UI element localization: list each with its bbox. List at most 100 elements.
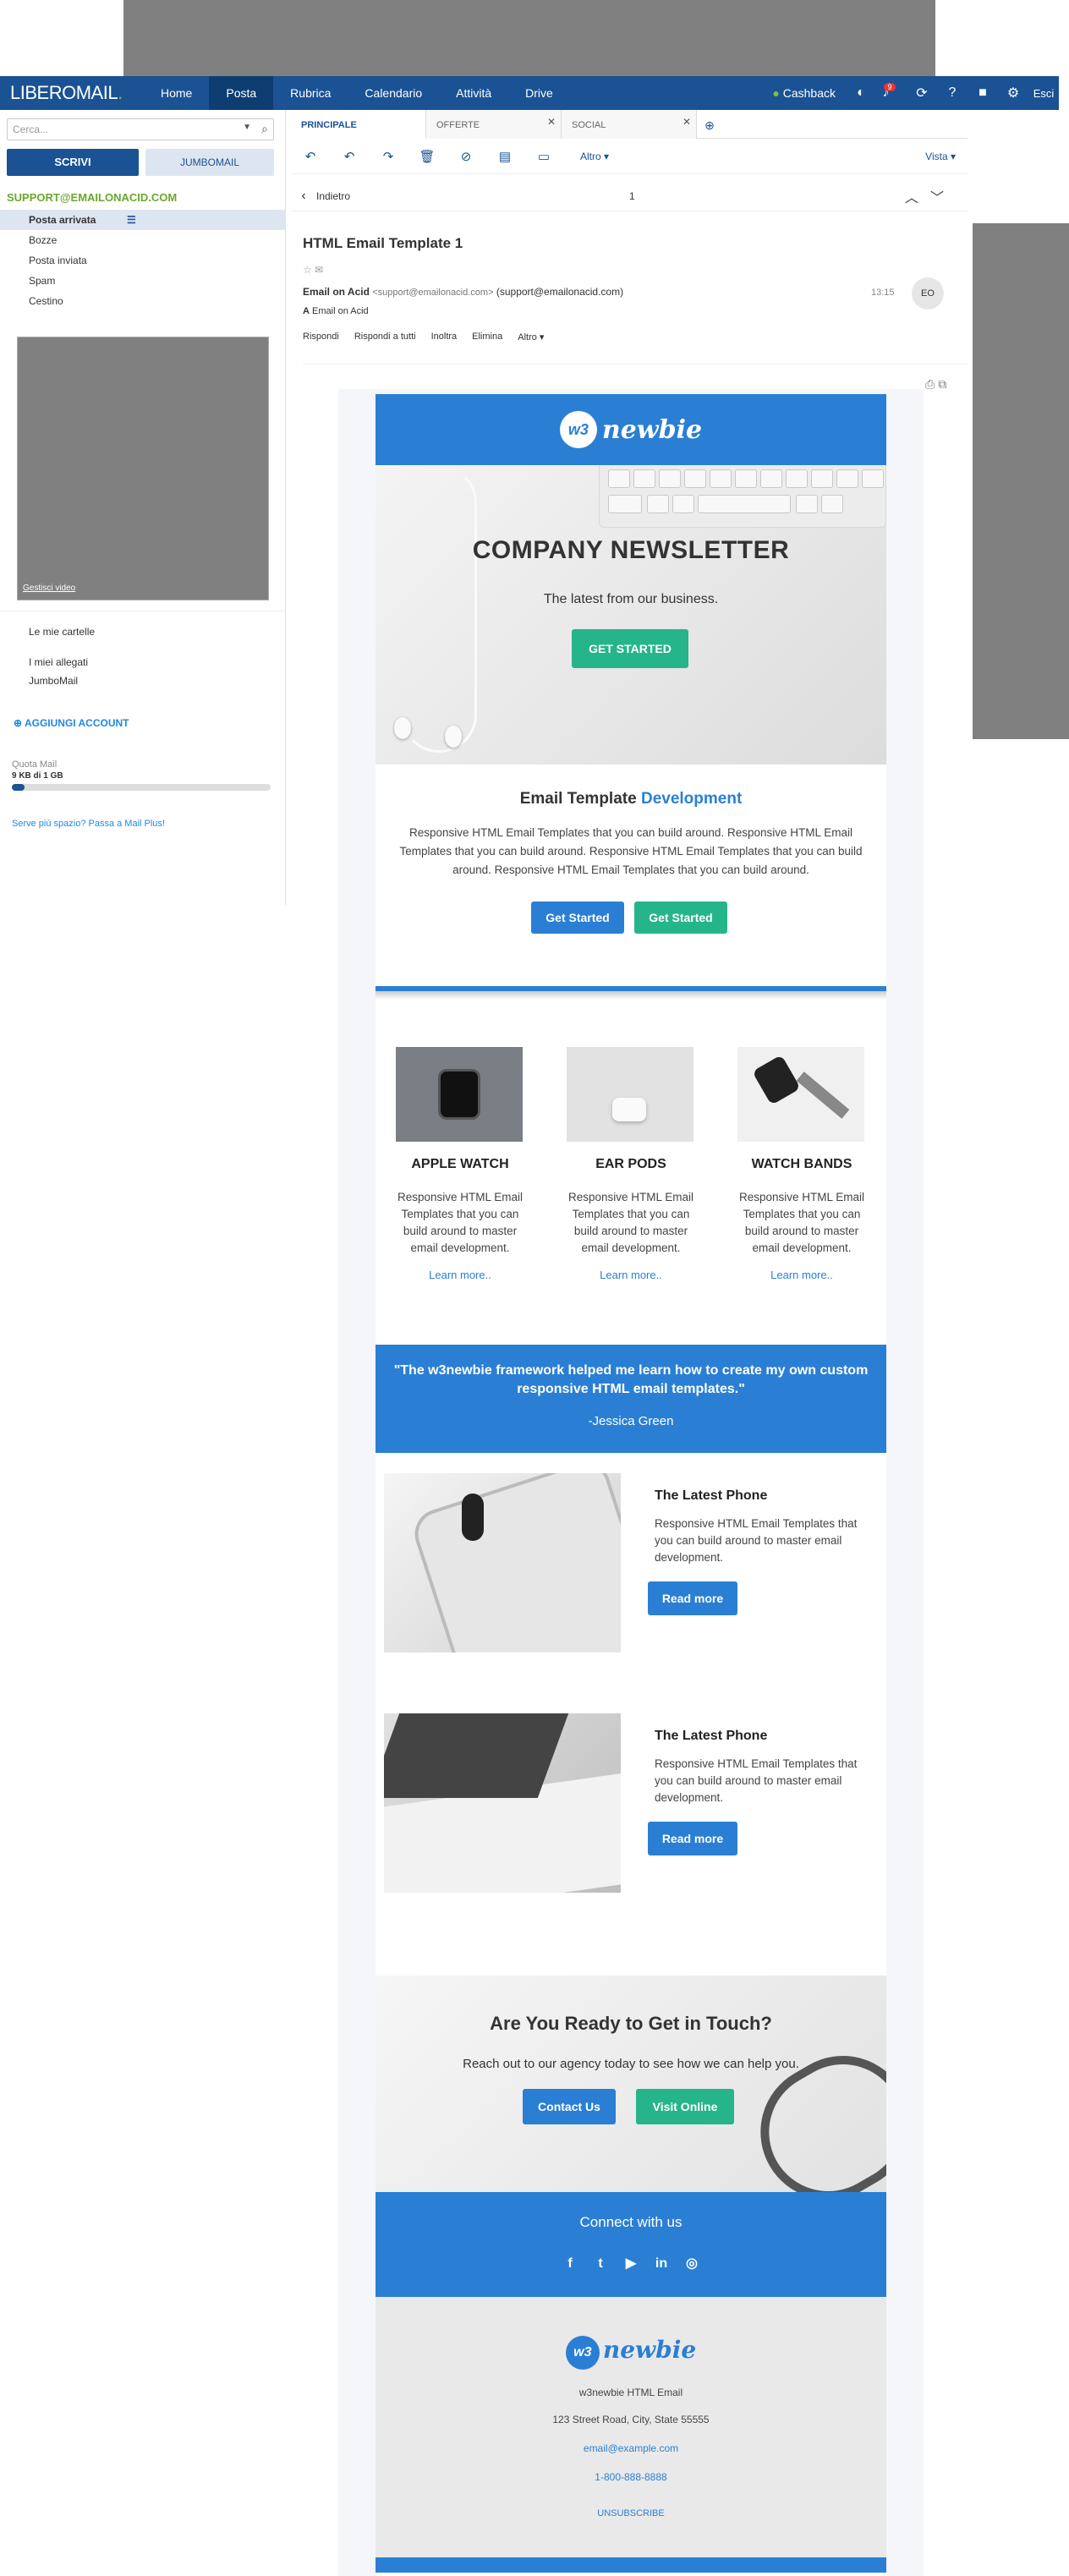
my-attachments-link[interactable]: I miei allegati: [29, 656, 88, 668]
refresh-icon[interactable]: ⟳: [907, 85, 937, 101]
search-input[interactable]: Cerca... ▼ ⌕: [7, 118, 274, 140]
add-account-link[interactable]: ⊕ AGGIUNGI ACCOUNT: [14, 717, 129, 729]
products-section: APPLE WATCH Responsive HTML Email Templa…: [376, 1000, 886, 1346]
contact-us-button[interactable]: Contact Us: [523, 2089, 616, 2124]
iphone-back-image: [384, 1473, 621, 1652]
top-ad-banner[interactable]: [123, 0, 935, 76]
w3newbie-logo[interactable]: w3 newbie: [559, 411, 702, 448]
intro-get-started-blue-button[interactable]: Get Started: [531, 902, 624, 934]
reply-link[interactable]: Rispondi: [303, 332, 339, 343]
folder-move-icon[interactable]: ▭: [524, 149, 563, 164]
add-tab-icon[interactable]: ⊕: [697, 110, 722, 138]
back-link[interactable]: Indietro: [316, 190, 350, 202]
footer-email-link[interactable]: email@example.com: [376, 2442, 886, 2454]
learn-more-link[interactable]: Learn more..: [546, 1269, 715, 1281]
forward-link[interactable]: Inoltra: [431, 332, 458, 343]
intro-text: Responsive HTML Email Templates that you…: [399, 826, 863, 876]
archive-icon[interactable]: ▤: [485, 149, 524, 164]
footer-logo[interactable]: w3 newbie: [376, 2336, 886, 2370]
read-more-button[interactable]: Read more: [648, 1581, 737, 1615]
close-icon[interactable]: ✕: [683, 107, 691, 137]
connect-title: Connect with us: [579, 2214, 683, 2230]
nav-posta[interactable]: Posta: [209, 76, 274, 110]
video-ad[interactable]: Gestisci video: [17, 337, 269, 600]
nav-attivita[interactable]: Attività: [439, 76, 508, 110]
linkedin-icon[interactable]: in: [650, 2253, 672, 2275]
intro-get-started-green-button[interactable]: Get Started: [634, 902, 727, 934]
cashback-link[interactable]: ● Cashback: [762, 86, 846, 100]
block-icon[interactable]: ⊘: [447, 149, 485, 164]
instagram-icon[interactable]: ◎: [681, 2253, 703, 2275]
moon-icon[interactable]: ◐: [846, 85, 876, 101]
keyboard-image: [599, 465, 886, 528]
manage-video-link[interactable]: Gestisci video: [23, 584, 75, 593]
my-folders-link[interactable]: Le mie cartelle: [29, 626, 95, 638]
visit-online-button[interactable]: Visit Online: [636, 2089, 734, 2124]
footer-phone-link[interactable]: 1-800-888-8888: [376, 2471, 886, 2483]
folder-trash[interactable]: Cestino: [0, 291, 286, 311]
account-label[interactable]: SUPPORT@EMAILONACID.COM: [7, 191, 177, 204]
nav-calendario[interactable]: Calendario: [348, 76, 439, 110]
help-icon[interactable]: ?: [937, 85, 968, 101]
reply-all-link[interactable]: Rispondi a tutti: [354, 332, 416, 343]
page-number: 1: [629, 189, 635, 202]
testimonial-author: -Jessica Green: [588, 1414, 674, 1428]
search-icon[interactable]: ⌕: [261, 122, 268, 136]
right-ad-banner[interactable]: [973, 223, 1069, 739]
earphone-cord-image: [401, 465, 477, 753]
folder-spam[interactable]: Spam: [0, 271, 286, 291]
bell-icon[interactable]: ♪9: [876, 83, 907, 101]
delete-link[interactable]: Elimina: [472, 332, 502, 343]
ear-pods-image: [567, 1047, 693, 1142]
nav-home[interactable]: Home: [144, 76, 209, 110]
gear-icon[interactable]: ⚙: [998, 85, 1028, 101]
jumbomail-button[interactable]: JUMBOMAIL: [145, 149, 274, 176]
back-arrow-icon[interactable]: ‹: [291, 189, 316, 204]
star-icon[interactable]: ☆ ✉: [303, 264, 323, 276]
folder-sent[interactable]: Posta inviata: [0, 250, 286, 271]
jumbomail-link[interactable]: JumboMail: [29, 675, 78, 687]
menu-icon[interactable]: ☰: [127, 210, 136, 230]
logout-link[interactable]: Esci: [1028, 87, 1059, 100]
forward-icon[interactable]: ↷: [369, 149, 408, 164]
learn-more-link[interactable]: Learn more..: [717, 1269, 886, 1281]
facebook-icon[interactable]: f: [559, 2253, 581, 2275]
lock-icon[interactable]: ■: [968, 85, 998, 101]
nav-drive[interactable]: Drive: [508, 76, 570, 110]
nav-rubrica[interactable]: Rubrica: [273, 76, 348, 110]
print-icon[interactable]: ⎙⧉: [925, 377, 950, 392]
get-started-button[interactable]: GET STARTED: [572, 629, 688, 668]
tab-offerte[interactable]: OFFERTE ✕: [426, 110, 562, 139]
email-body: w3 newbie COMPANY NEWSLETTER The latest …: [376, 394, 886, 2576]
unsubscribe-link[interactable]: UNSUBSCRIBE: [376, 2508, 886, 2518]
read-more-button[interactable]: Read more: [648, 1822, 737, 1855]
close-icon[interactable]: ✕: [547, 107, 556, 137]
phone-feature: The Latest Phone Responsive HTML Email T…: [376, 1453, 886, 1693]
youtube-icon[interactable]: ▶: [620, 2253, 642, 2275]
tab-social[interactable]: SOCIAL ✕: [562, 110, 697, 139]
tab-principale[interactable]: PRINCIPALE: [291, 110, 426, 139]
toolbar-more-dropdown[interactable]: Altro ▾: [580, 151, 609, 162]
trash-icon[interactable]: 🗑: [408, 149, 447, 164]
earbud-image: [394, 717, 411, 739]
message-from: Email on Acid <support@emailonacid.com> …: [303, 286, 624, 298]
learn-more-link[interactable]: Learn more..: [376, 1269, 545, 1281]
reply-icon[interactable]: ↶: [291, 149, 330, 164]
upgrade-link[interactable]: Serve più spazio? Passa a Mail Plus!: [12, 819, 165, 829]
view-dropdown[interactable]: Vista ▾: [925, 151, 968, 162]
libero-mail-logo[interactable]: LIBEROMAIL.: [0, 82, 144, 104]
divider-shadow: [376, 991, 886, 1000]
folder-drafts[interactable]: Bozze: [0, 230, 286, 250]
earbud-image: [445, 726, 462, 748]
twitter-icon[interactable]: t: [589, 2253, 611, 2275]
hero-section: COMPANY NEWSLETTER The latest from our b…: [376, 465, 886, 765]
message-time: 13:15: [871, 288, 895, 298]
plus-icon: ⊕: [14, 717, 23, 729]
reply-all-icon[interactable]: ↶: [330, 149, 369, 164]
folder-inbox[interactable]: Posta arrivata ☰: [0, 210, 286, 230]
hero-title: COMPANY NEWSLETTER: [472, 536, 790, 564]
write-button[interactable]: SCRIVI: [7, 149, 139, 176]
prev-next-icons[interactable]: ︿﹀: [905, 186, 956, 206]
chevron-down-icon[interactable]: ▼: [243, 123, 251, 132]
more-actions-dropdown[interactable]: Altro ▾: [518, 332, 544, 343]
